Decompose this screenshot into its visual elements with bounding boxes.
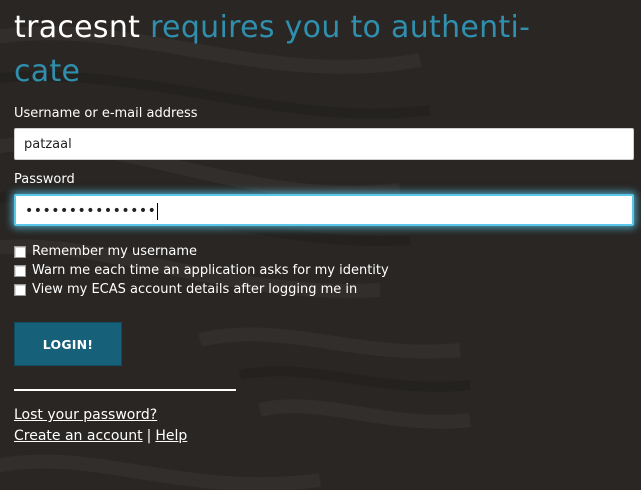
remember-username-label: Remember my username [32, 244, 197, 259]
lost-password-row: Lost your password? [14, 405, 634, 426]
view-account-label: View my ECAS account details after loggi… [32, 282, 358, 297]
login-panel: tracesnt requires you to authenti-cate U… [14, 0, 634, 447]
warn-identity-option[interactable]: Warn me each time an application asks fo… [14, 261, 634, 280]
link-separator: | [146, 428, 152, 444]
warn-identity-checkbox[interactable] [14, 264, 26, 277]
title-text-line2: cate [14, 54, 81, 89]
login-button[interactable]: LOGIN! [14, 322, 122, 366]
app-name: tracesnt [14, 10, 141, 45]
lost-password-link[interactable]: Lost your password? [14, 407, 157, 423]
help-link[interactable]: Help [155, 428, 187, 444]
warn-identity-label: Warn me each time an application asks fo… [32, 263, 389, 278]
view-account-checkbox[interactable] [14, 283, 26, 296]
remember-username-option[interactable]: Remember my username [14, 242, 634, 261]
options-list: Remember my username Warn me each time a… [14, 242, 634, 299]
text-caret [157, 202, 159, 220]
remember-username-checkbox[interactable] [14, 245, 26, 258]
username-label: Username or e-mail address [14, 106, 198, 121]
create-help-row: Create an account | Help [14, 426, 634, 447]
create-account-link[interactable]: Create an account [14, 428, 143, 444]
password-field[interactable]: ••••••••••••••• [14, 194, 634, 226]
view-account-option[interactable]: View my ECAS account details after loggi… [14, 280, 634, 299]
password-label: Password [14, 172, 75, 187]
password-masked-value: ••••••••••••••• [25, 203, 157, 219]
divider [14, 389, 236, 391]
username-field[interactable] [14, 128, 634, 160]
page-title: tracesnt requires you to authenti-cate [14, 0, 634, 94]
title-text-line1: requires you to authenti- [140, 10, 531, 45]
account-links: Lost your password? Create an account | He… [14, 405, 634, 447]
